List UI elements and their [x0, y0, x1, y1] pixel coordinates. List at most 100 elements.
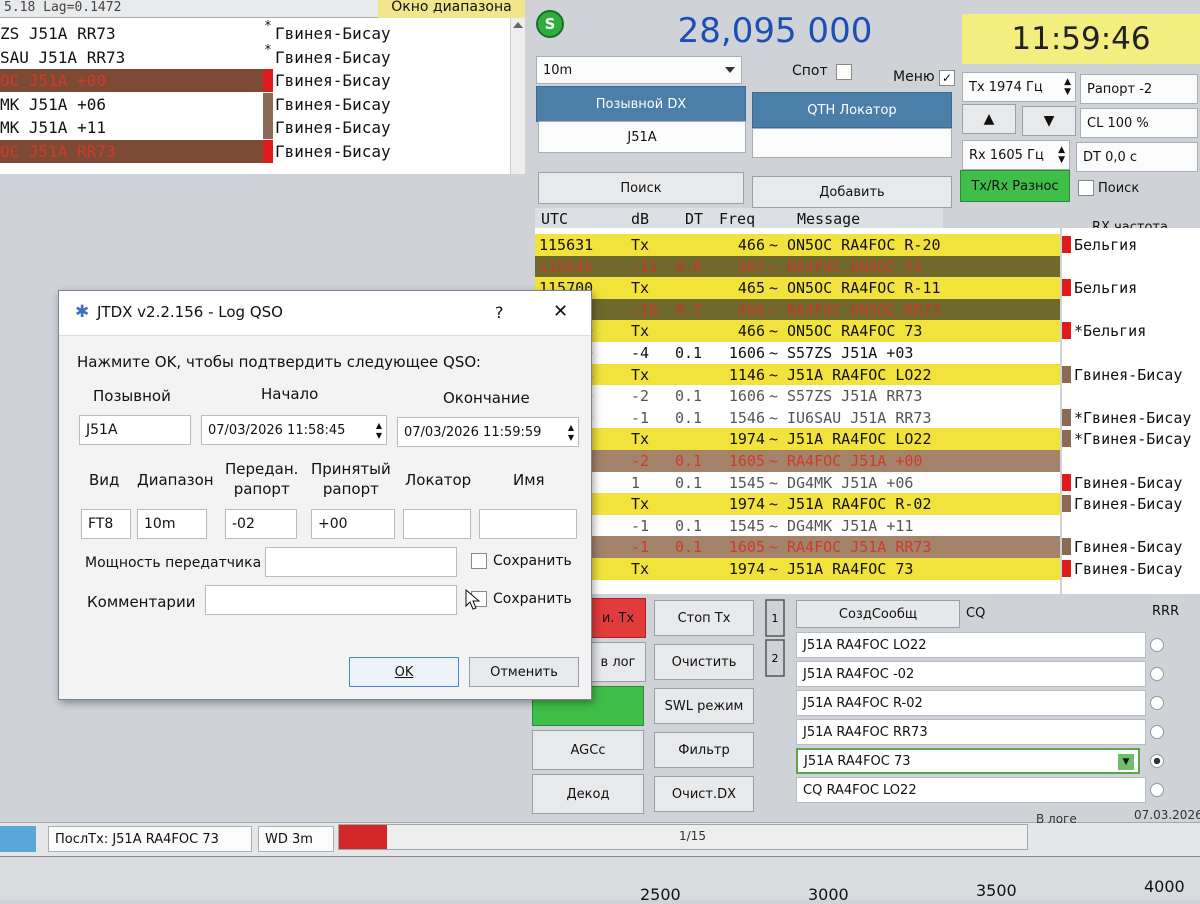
log-qso-button[interactable]: в лог — [590, 642, 646, 682]
tx-message-radio[interactable] — [1150, 696, 1164, 710]
waterfall-scale[interactable]: 2500 3000 3500 4000 — [0, 856, 1200, 904]
freq-up-button[interactable]: ▲ — [962, 104, 1016, 134]
decoded-row[interactable]: 115815Tx1974J51A RA4FOC LO22~ — [535, 428, 1060, 450]
search-button[interactable]: Поиск — [538, 172, 744, 204]
tx-message-field[interactable]: CQ RA4FOC LO22 — [796, 777, 1146, 803]
decoded-row[interactable]: 11583010.11545DG4MK J51A +06~ — [535, 471, 1060, 494]
clear-dx-button[interactable]: Очист.DX — [654, 776, 754, 812]
decoded-message: DG4MK J51A +11 — [787, 516, 914, 535]
decoded-row[interactable]: 115800-20.11606S57ZS J51A RR73~ — [535, 385, 1060, 407]
power-label: Мощность передатчика — [85, 555, 262, 571]
tx-message-radio[interactable] — [1150, 667, 1164, 681]
create-message-button[interactable]: СоздСообщ — [796, 600, 960, 628]
decoded-row[interactable]: 115715-160.7466RA4FOC ON5OC RR73~ — [535, 298, 1060, 321]
band-select[interactable]: 10m — [536, 56, 742, 84]
s-badge[interactable]: S — [536, 10, 564, 38]
agc-button[interactable]: AGCc — [532, 730, 644, 770]
tx-message-field[interactable]: J51A RA4FOC RR73 — [796, 719, 1146, 745]
band-list-row[interactable]: MK J51A +06 Гвинея-Бисау — [0, 92, 510, 116]
spin-arrows-icon[interactable]: ▲ ▼ — [1064, 77, 1071, 97]
tx-frequency-spin[interactable]: Tx 1974 Гц ▲ ▼ — [962, 72, 1076, 102]
band-field[interactable]: 10m — [137, 509, 207, 539]
sent-report-field[interactable]: -02 — [225, 509, 297, 539]
rcvd-report-field[interactable]: +00 — [311, 509, 395, 539]
enable-tx-button[interactable]: и. Tx — [590, 598, 646, 638]
mode-field[interactable]: FT8 — [81, 509, 131, 539]
tx-message-radio[interactable] — [1150, 638, 1164, 652]
end-datetime-field[interactable]: 07/03/2026 11:59:59 ▲ ▼ — [397, 417, 579, 447]
band-list-row[interactable]: ZS J51A RR73 * Гвинея-Бисау — [0, 19, 510, 45]
qth-locator-button[interactable]: QTH Локатор — [752, 92, 952, 128]
tx-message-radio[interactable] — [1150, 725, 1164, 739]
band-list-row[interactable]: OC J51A RR73 Гвинея-Бисау — [0, 139, 510, 163]
tx-message-radio[interactable] — [1150, 783, 1164, 797]
band-list-row[interactable]: SAU J51A RR73 * Гвинея-Бисау — [0, 43, 510, 69]
report-spin[interactable]: Рапорт -2 — [1080, 74, 1198, 104]
spin-arrows-icon[interactable]: ▲ ▼ — [1058, 145, 1065, 165]
dx-call-button[interactable]: Позывной DX — [536, 86, 746, 122]
freq-down-button[interactable]: ▼ — [1022, 106, 1076, 136]
tx-message-field[interactable]: J51A RA4FOC R-02 — [796, 690, 1146, 716]
decoded-row[interactable]: 115845Tx1974J51A RA4FOC R-02~ — [535, 493, 1060, 515]
dx-call-field[interactable]: J51A — [538, 121, 746, 153]
locator-field[interactable] — [403, 509, 471, 539]
save-power-checkbox[interactable] — [471, 553, 487, 569]
rcvd-value: +00 — [318, 516, 348, 532]
decoded-row[interactable]: 115900-10.11605RA4FOC J51A RR73~ — [535, 536, 1060, 558]
cl-field[interactable]: CL 100 % — [1080, 108, 1198, 138]
start-datetime-field[interactable]: 07/03/2026 11:58:45 ▲ ▼ — [201, 415, 387, 445]
decoded-messages-list[interactable]: 115631 Tx 466 ON5OC RA4FOC R-20 ~115645 -11 0.… — [535, 228, 1060, 594]
rx-frequency-spin[interactable]: Rx 1605 Гц ▲ ▼ — [962, 140, 1070, 170]
scroll-up-icon[interactable] — [513, 22, 523, 28]
band-list-scrollbar[interactable] — [510, 18, 525, 174]
add-button[interactable]: Добавить — [752, 176, 952, 208]
tx-message-field[interactable]: J51A RA4FOC 73 ▼ — [796, 748, 1140, 774]
band-list-row[interactable]: MK J51A +11 Гвинея-Бисау — [0, 116, 510, 139]
close-icon[interactable]: ✕ — [553, 301, 568, 322]
spot-label: Спот — [792, 63, 828, 79]
decoded-list-header: UTC dB DT Freq Message — [535, 208, 943, 230]
decoded-freq: 1974 — [728, 560, 765, 578]
band-activity-list[interactable]: ZS J51A RR73 * Гвинея-Бисау SAU J51A RR73 * Г… — [0, 18, 525, 174]
spin-arrows-icon[interactable]: ▲ ▼ — [568, 423, 574, 443]
decoded-row[interactable]: 115915Tx1974J51A RA4FOC 73~ — [535, 558, 1060, 580]
decoded-row[interactable]: 115900-10.11545DG4MK J51A +11~ — [535, 514, 1060, 537]
tx-frequency-value: Tx 1974 Гц — [969, 79, 1043, 95]
tilde-separator: ~ — [769, 516, 779, 535]
decoded-row[interactable]: 115730Tx466ON5OC RA4FOC 73~ — [535, 320, 1060, 342]
chevron-down-icon[interactable]: ▼ — [1118, 754, 1134, 770]
decoded-row[interactable]: 115748Tx1146J51A RA4FOC LO22~ — [535, 363, 1060, 386]
clear-button[interactable]: Очистить — [654, 644, 754, 680]
search-checkbox[interactable] — [1078, 180, 1094, 196]
power-field[interactable] — [265, 547, 457, 577]
band-list-row[interactable]: OC J51A +00 Гвинея-Бисау — [0, 69, 510, 92]
decoded-row[interactable]: 115645 -11 0.0 467 RA4FOC ON5OC 73 ~ — [535, 255, 1060, 278]
help-button[interactable]: ? — [495, 303, 504, 322]
dt-field[interactable]: DT 0,0 с — [1076, 142, 1198, 172]
tilde-separator: ~ — [769, 430, 779, 449]
swl-mode-button[interactable]: SWL режим — [654, 688, 754, 724]
decoded-row[interactable]: 115830-20.11605RA4FOC J51A +00~ — [535, 450, 1060, 472]
tx-message-field[interactable]: J51A RA4FOC LO22 — [796, 632, 1146, 658]
tab-widget-icon[interactable]: 1 2 — [760, 598, 790, 798]
decoded-row[interactable]: 115631 Tx 466 ON5OC RA4FOC R-20 ~ — [535, 234, 1060, 256]
comment-field[interactable] — [205, 585, 457, 615]
cancel-button[interactable]: Отменить — [469, 657, 579, 687]
filter-button[interactable]: Фильтр — [654, 732, 754, 768]
tx-message-radio[interactable] — [1150, 754, 1164, 768]
menu-checkbox[interactable]: ✓ — [939, 70, 955, 86]
decoded-row[interactable]: 115700 Tx 465 ON5OC RA4FOC R-11 ~ — [535, 277, 1060, 299]
tx-rx-split-button[interactable]: Tx/Rx Разнос — [960, 170, 1070, 202]
decoded-row[interactable]: 115800-10.11546IU6SAU J51A RR73~ — [535, 406, 1060, 429]
stop-tx-button[interactable]: Стоп Tx — [654, 600, 754, 636]
decode-button[interactable]: Декод — [532, 774, 644, 814]
tx-message-field[interactable]: J51A RA4FOC -02 — [796, 661, 1146, 687]
spin-arrows-icon[interactable]: ▲ ▼ — [376, 421, 382, 441]
decoded-db: -11 — [631, 257, 659, 276]
spot-checkbox[interactable] — [836, 64, 852, 80]
qth-locator-field[interactable] — [752, 128, 952, 158]
decoded-row[interactable]: 115730-40.11606S57ZS J51A +03~ — [535, 342, 1060, 364]
name-field[interactable] — [479, 509, 577, 539]
ok-button[interactable]: OK — [349, 657, 459, 687]
call-field[interactable]: J51A — [79, 415, 191, 445]
